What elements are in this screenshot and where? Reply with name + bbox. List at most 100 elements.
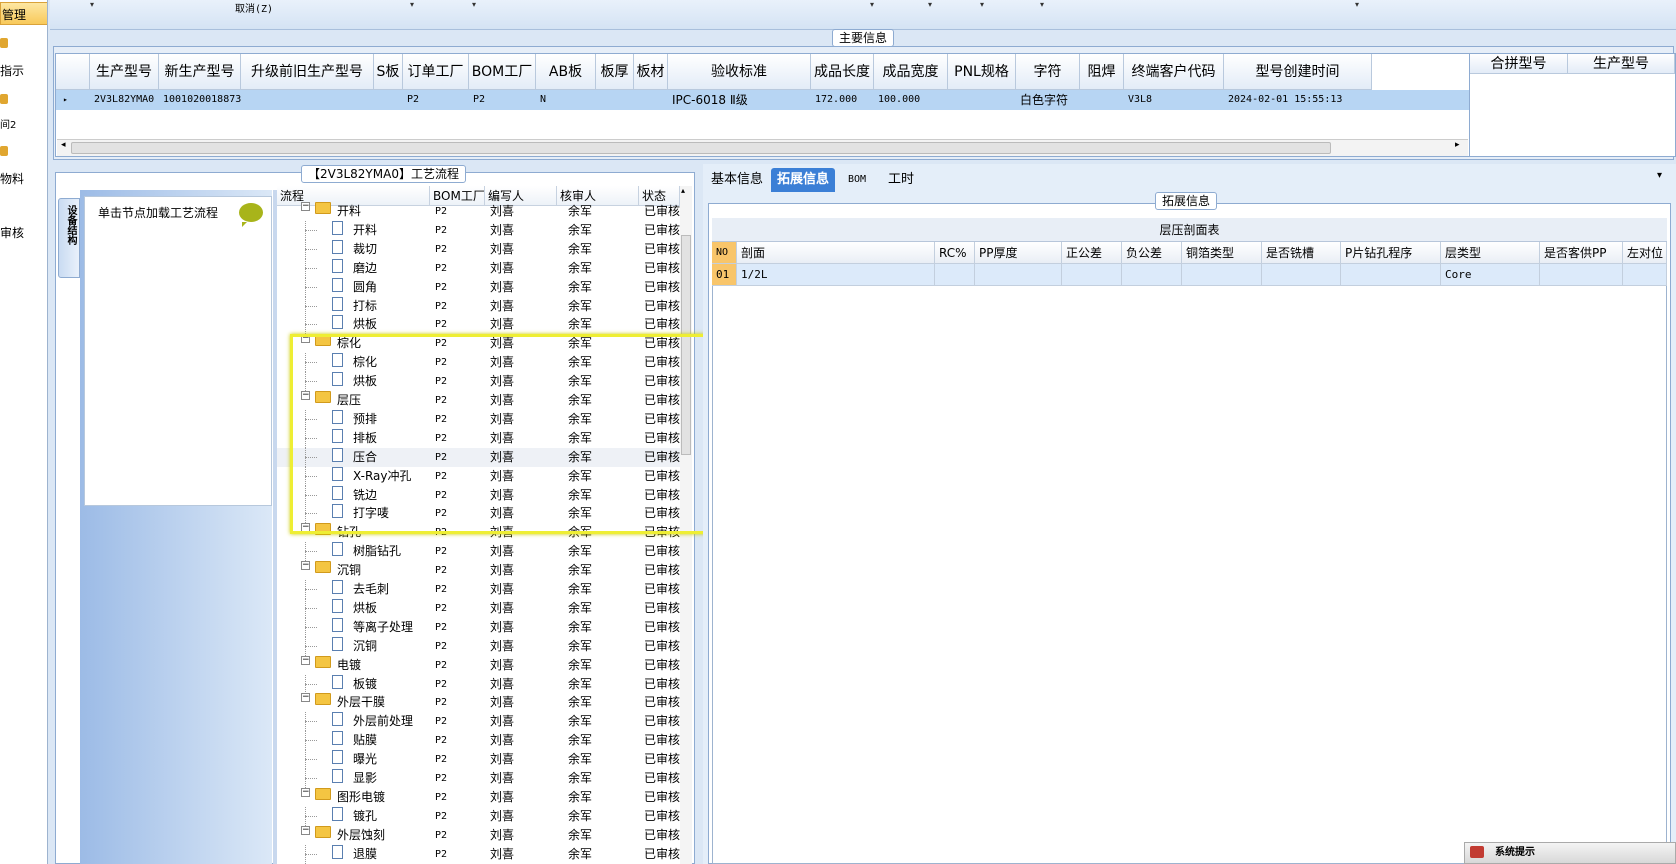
- table-cell[interactable]: [1540, 264, 1623, 286]
- tab-device-structure[interactable]: 设备结构: [58, 198, 80, 278]
- tree-row[interactable]: 退膜 P2 刘喜 余军 已审核: [277, 844, 680, 864]
- collapse-icon[interactable]: −: [301, 655, 310, 665]
- tree-row[interactable]: 等离子处理 P2 刘喜 余军 已审核: [277, 617, 680, 637]
- tab-extended-info[interactable]: 拓展信息: [771, 168, 836, 192]
- chevron-down-icon[interactable]: ▾: [928, 0, 932, 9]
- col-header[interactable]: 层类型: [1441, 242, 1540, 264]
- col-production-model[interactable]: 生产型号: [1568, 54, 1675, 74]
- chevron-down-icon[interactable]: ▾: [472, 0, 476, 9]
- table-cell[interactable]: Core: [1441, 264, 1540, 286]
- chevron-down-icon[interactable]: ▾: [1040, 0, 1044, 9]
- table-cell[interactable]: 2V3L82YMA0: [90, 90, 159, 110]
- tab-bom[interactable]: BOM: [842, 168, 872, 192]
- tree-row[interactable]: 去毛刺 P2 刘喜 余军 已审核: [277, 580, 680, 599]
- table-cell[interactable]: [241, 90, 374, 110]
- chevron-down-icon[interactable]: ▾: [980, 0, 984, 9]
- tree-row[interactable]: − 开料 P2 刘喜 余军 已审核: [277, 202, 680, 221]
- tree-row[interactable]: − 外层蚀刻 P2 刘喜 余军 已审核: [277, 825, 680, 845]
- col-merge-model[interactable]: 合拼型号: [1470, 54, 1568, 74]
- table-cell[interactable]: 01: [712, 264, 737, 286]
- tree-row[interactable]: 外层前处理 P2 刘喜 余军 已审核: [277, 712, 680, 732]
- col-header[interactable]: 是否客供PP: [1540, 242, 1623, 264]
- col-header[interactable]: 新生产型号: [159, 54, 241, 90]
- table-cell[interactable]: P2: [469, 90, 536, 110]
- tree-row[interactable]: 圆角 P2 刘喜 余军 已审核: [277, 277, 680, 297]
- col-header[interactable]: 生产型号: [90, 54, 159, 90]
- table-cell[interactable]: 172.000: [811, 90, 874, 110]
- nav-item-material[interactable]: 物料: [0, 170, 24, 187]
- collapse-icon[interactable]: −: [301, 561, 310, 571]
- table-cell[interactable]: [1182, 264, 1262, 286]
- table-cell[interactable]: 100.000: [874, 90, 948, 110]
- tree-row[interactable]: − 沉铜 P2 刘喜 余军 已审核: [277, 561, 680, 580]
- table-cell[interactable]: [935, 264, 975, 286]
- col-header[interactable]: 成品长度: [811, 54, 874, 90]
- collapse-icon[interactable]: −: [301, 825, 310, 835]
- col-header[interactable]: 板材: [634, 54, 668, 90]
- cancel-button[interactable]: 取消(Z): [235, 0, 273, 15]
- tree-row[interactable]: 烘板 P2 刘喜 余军 已审核: [277, 315, 680, 335]
- col-header[interactable]: 阻焊: [1080, 54, 1124, 90]
- table-cell[interactable]: [1341, 264, 1441, 286]
- tree-row[interactable]: 镀孔 P2 刘喜 余军 已审核: [277, 806, 680, 826]
- table-cell[interactable]: [975, 264, 1062, 286]
- tree-row[interactable]: 沉铜 P2 刘喜 余军 已审核: [277, 636, 680, 656]
- tree-row[interactable]: 开料 P2 刘喜 余军 已审核: [277, 220, 680, 240]
- tree-row[interactable]: 板镀 P2 刘喜 余军 已审核: [277, 674, 680, 694]
- col-header[interactable]: 字符: [1016, 54, 1080, 90]
- col-header[interactable]: 终端客户代码: [1124, 54, 1224, 90]
- table-cell[interactable]: 1/2L: [737, 264, 935, 286]
- table-cell[interactable]: [634, 90, 668, 110]
- col-header[interactable]: 型号创建时间: [1224, 54, 1372, 90]
- table-cell[interactable]: V3L8: [1124, 90, 1224, 110]
- chevron-down-icon[interactable]: ▾: [870, 0, 874, 9]
- tree-row[interactable]: 曝光 P2 刘喜 余军 已审核: [277, 750, 680, 770]
- tab-work-hours[interactable]: 工时: [882, 168, 920, 192]
- tree-row[interactable]: 打标 P2 刘喜 余军 已审核: [277, 296, 680, 316]
- chevron-down-icon[interactable]: ▾: [1355, 0, 1359, 9]
- collapse-icon[interactable]: −: [301, 202, 310, 211]
- col-header[interactable]: 板厚: [596, 54, 634, 90]
- col-header[interactable]: BOM工厂: [469, 54, 536, 90]
- chevron-down-icon[interactable]: ▾: [410, 0, 414, 9]
- col-header[interactable]: S板: [374, 54, 403, 90]
- col-header[interactable]: RC%: [935, 242, 975, 264]
- table-cell[interactable]: [374, 90, 403, 110]
- table-cell[interactable]: [1623, 264, 1667, 286]
- chevron-down-icon[interactable]: ▾: [90, 0, 94, 9]
- table-cell[interactable]: 2024-02-01 15:55:13: [1224, 90, 1372, 110]
- nav-item-review[interactable]: 审核: [0, 224, 24, 241]
- scroll-right-icon[interactable]: ▸: [1455, 140, 1460, 150]
- col-header[interactable]: PP厚度: [975, 242, 1062, 264]
- table-cell[interactable]: [948, 90, 1016, 110]
- table-cell[interactable]: [1080, 90, 1124, 110]
- table-cell[interactable]: 白色字符: [1016, 90, 1080, 110]
- table-cell[interactable]: [596, 90, 634, 110]
- tree-row[interactable]: − 电镀 P2 刘喜 余军 已审核: [277, 655, 680, 675]
- col-header[interactable]: 是否铣槽: [1262, 242, 1341, 264]
- col-header[interactable]: 正公差: [1062, 242, 1122, 264]
- tree-row[interactable]: 树脂钻孔 P2 刘喜 余军 已审核: [277, 542, 680, 562]
- table-cell[interactable]: N: [536, 90, 596, 110]
- horizontal-scrollbar[interactable]: ◂ ▸: [57, 139, 1468, 156]
- tab-basic-info[interactable]: 基本信息: [705, 168, 769, 192]
- tree-row[interactable]: 烘板 P2 刘喜 余军 已审核: [277, 598, 680, 618]
- col-header[interactable]: P片钻孔程序: [1341, 242, 1441, 264]
- collapse-icon[interactable]: −: [301, 787, 310, 797]
- table-cell[interactable]: [1262, 264, 1341, 286]
- table-row[interactable]: ▸ 2V3L82YMA0 10010200188735 P2 P2 N IPC-6018 …: [56, 90, 1469, 110]
- scroll-left-icon[interactable]: ◂: [61, 140, 66, 150]
- table-cell[interactable]: [1062, 264, 1122, 286]
- tree-row[interactable]: 裁切 P2 刘喜 余军 已审核: [277, 239, 680, 259]
- nav-item-indication[interactable]: 指示: [0, 62, 24, 79]
- col-header[interactable]: 剖面: [737, 242, 935, 264]
- tree-row[interactable]: 磨边 P2 刘喜 余军 已审核: [277, 258, 680, 278]
- collapse-icon[interactable]: −: [301, 693, 310, 703]
- col-header[interactable]: AB板: [536, 54, 596, 90]
- scroll-thumb[interactable]: [71, 142, 1331, 154]
- col-header[interactable]: 负公差: [1122, 242, 1182, 264]
- table-cell[interactable]: [1122, 264, 1182, 286]
- table-cell[interactable]: IPC-6018 Ⅱ级: [668, 90, 811, 110]
- tree-row[interactable]: − 图形电镀 P2 刘喜 余军 已审核: [277, 787, 680, 807]
- col-header[interactable]: 铜箔类型: [1182, 242, 1262, 264]
